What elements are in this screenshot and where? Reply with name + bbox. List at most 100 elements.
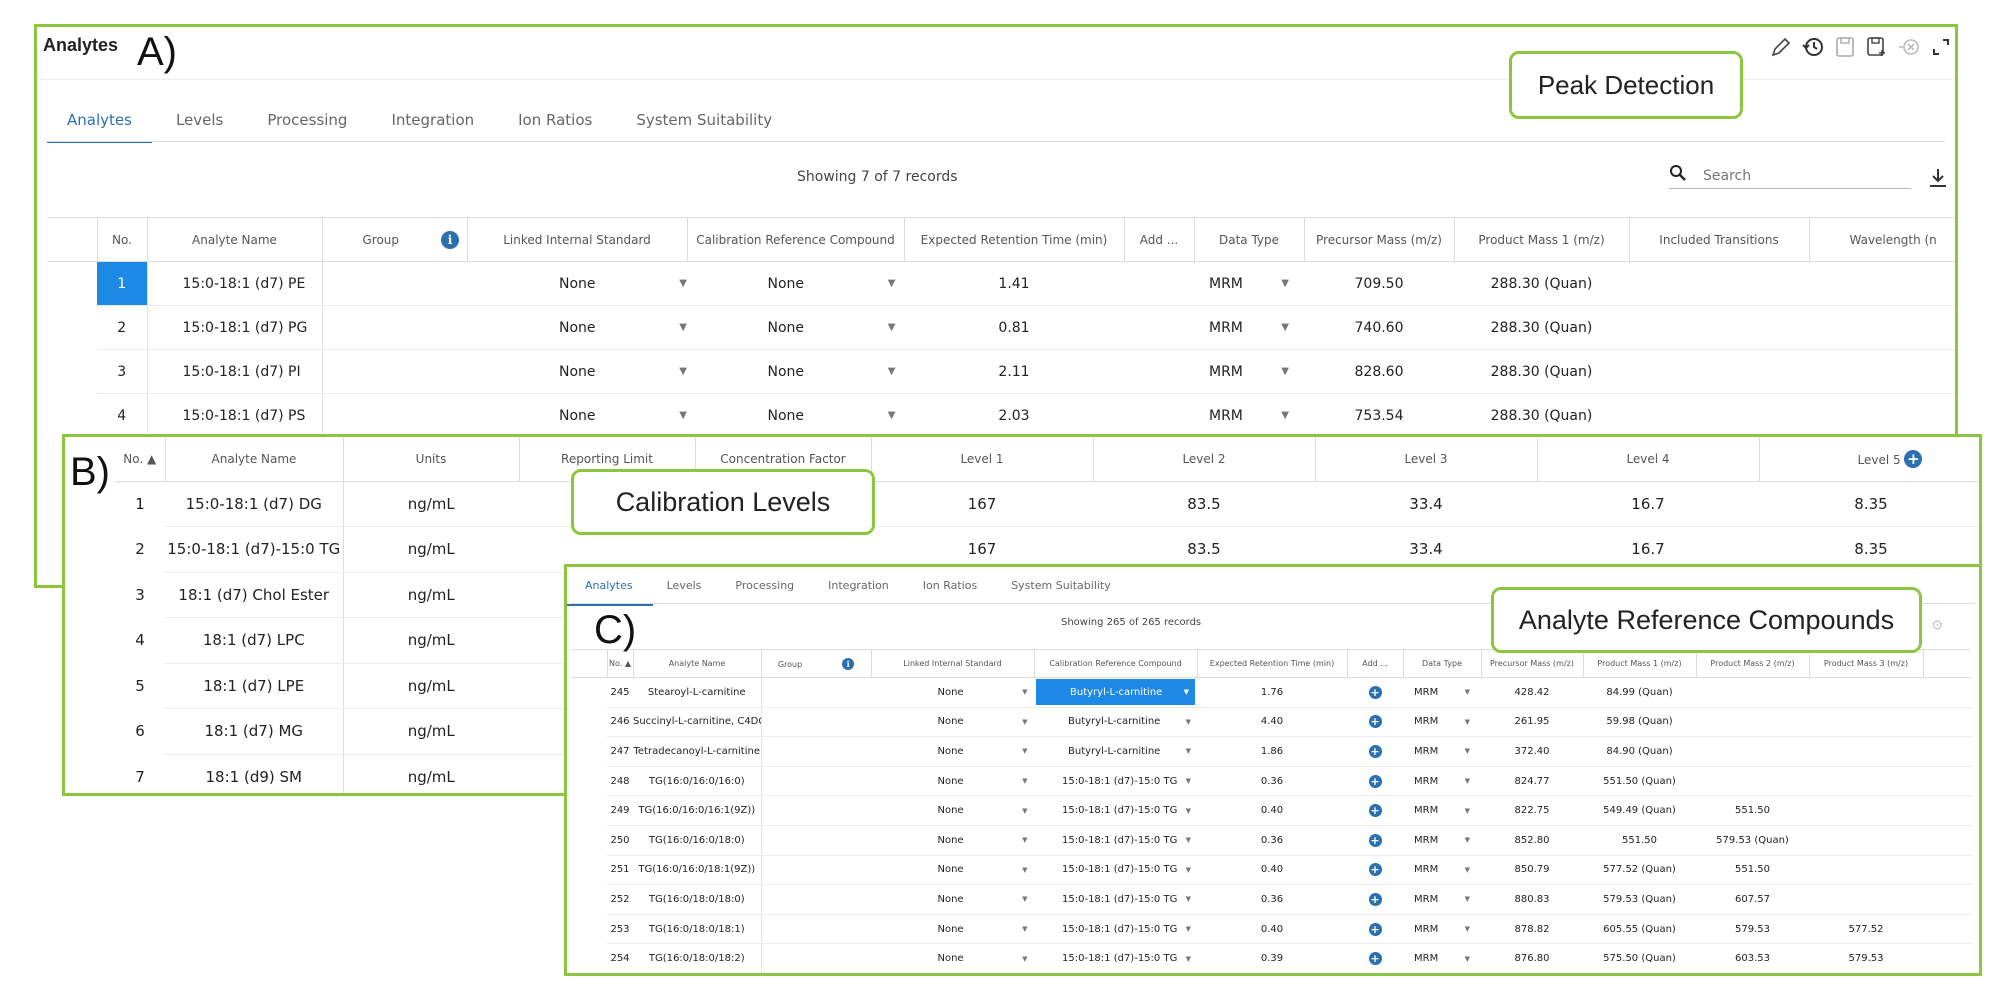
- search-box[interactable]: [1669, 163, 1911, 189]
- data-type-select[interactable]: MRM ▼: [1403, 795, 1481, 826]
- product-mass-1[interactable]: 288.30 (Quan): [1454, 349, 1629, 394]
- units[interactable]: ng/mL: [343, 708, 519, 755]
- data-type-select[interactable]: MRM ▼: [1194, 393, 1304, 438]
- row-number[interactable]: 4: [97, 393, 147, 438]
- level-2[interactable]: 83.5: [1093, 481, 1315, 527]
- product-mass-3[interactable]: 577.52: [1809, 914, 1923, 945]
- col-no[interactable]: No.: [96, 217, 147, 262]
- data-type-select[interactable]: MRM ▼: [1194, 305, 1304, 350]
- add-icon[interactable]: +: [1368, 863, 1382, 877]
- product-mass-2[interactable]: 551.50: [1696, 795, 1809, 826]
- history-icon[interactable]: [1799, 35, 1827, 63]
- crc-select[interactable]: 15:0-18:1 (d7)-15:0 TG ▼: [1034, 825, 1197, 856]
- expand-icon[interactable]: [1927, 35, 1955, 63]
- product-mass-2[interactable]: [1696, 736, 1809, 767]
- col-add[interactable]: Add ...: [1346, 649, 1403, 678]
- crc-select[interactable]: 15:0-18:1 (d7)-15:0 TG ▼: [1034, 766, 1197, 797]
- table-row[interactable]: 251 TG(16:0/16:0/18:1(9Z)) None ▼ 15:0-18…: [571, 855, 1971, 886]
- product-mass-2[interactable]: 603.53: [1696, 943, 1809, 973]
- crc-select[interactable]: 15:0-18:1 (d7)-15:0 TG ▼: [1034, 795, 1197, 826]
- row-number[interactable]: 4: [115, 618, 165, 664]
- row-number[interactable]: 248: [607, 766, 633, 797]
- linked-is-select[interactable]: None ▼: [871, 795, 1034, 826]
- col-expected-retention-time[interactable]: Expected Retention Time (min): [1196, 649, 1347, 678]
- linked-is-select[interactable]: None ▼: [871, 736, 1034, 767]
- table-row[interactable]: 245 Stearoyl-L-carnitine None ▼ Butyryl-L…: [571, 677, 1971, 708]
- col-add[interactable]: Add ...: [1123, 217, 1194, 262]
- precursor-mass[interactable]: 878.82: [1481, 914, 1583, 945]
- group-cell[interactable]: [321, 393, 467, 438]
- group-cell[interactable]: [760, 677, 871, 708]
- data-type-select[interactable]: MRM ▼: [1403, 884, 1481, 915]
- product-mass-3[interactable]: [1809, 884, 1923, 915]
- row-number[interactable]: 253: [607, 914, 633, 945]
- linked-is-select[interactable]: None ▼: [871, 943, 1034, 973]
- tab-ion-ratios[interactable]: Ion Ratios: [923, 579, 977, 592]
- crc-select[interactable]: None ▼: [687, 261, 904, 306]
- crc-select[interactable]: None ▼: [687, 393, 904, 438]
- product-mass-1[interactable]: 549.49 (Quan): [1583, 795, 1696, 826]
- product-mass-1[interactable]: 579.53 (Quan): [1583, 884, 1696, 915]
- product-mass-2[interactable]: 579.53 (Quan): [1696, 825, 1809, 856]
- col-no[interactable]: No. ▲: [606, 649, 633, 678]
- crc-select[interactable]: 15:0-18:1 (d7)-15:0 TG ▼: [1034, 855, 1197, 886]
- settings-icon[interactable]: ⚙: [1931, 617, 1944, 634]
- tab-levels[interactable]: Levels: [176, 111, 223, 129]
- row-number[interactable]: 247: [607, 736, 633, 767]
- retention-time[interactable]: 0.40: [1197, 914, 1347, 945]
- add-icon[interactable]: +: [1368, 744, 1382, 758]
- linked-is-select[interactable]: None ▼: [467, 349, 687, 394]
- pencil-icon[interactable]: [1767, 35, 1795, 63]
- row-number[interactable]: 250: [607, 825, 633, 856]
- tab-analytes[interactable]: Analytes: [567, 579, 653, 606]
- tab-system-suitability[interactable]: System Suitability: [636, 111, 772, 129]
- linked-is-select[interactable]: None ▼: [871, 914, 1034, 945]
- add-icon[interactable]: +: [1368, 804, 1382, 818]
- product-mass-3[interactable]: [1809, 855, 1923, 886]
- table-row[interactable]: 249 TG(16:0/16:0/16:1(9Z)) None ▼ 15:0-18…: [571, 795, 1971, 826]
- tab-system-suitability[interactable]: System Suitability: [1011, 579, 1111, 592]
- data-type-select[interactable]: MRM ▼: [1194, 261, 1304, 306]
- precursor-mass[interactable]: 709.50: [1304, 261, 1454, 306]
- crc-select[interactable]: None ▼: [687, 305, 904, 350]
- data-type-select[interactable]: MRM ▼: [1403, 855, 1481, 886]
- crc-select[interactable]: 15:0-18:1 (d7)-15:0 TG ▼: [1034, 943, 1197, 973]
- row-number-selected[interactable]: 1: [97, 261, 147, 306]
- retention-time[interactable]: 1.86: [1197, 736, 1347, 767]
- wavelength[interactable]: [1809, 349, 1955, 394]
- add-level-icon[interactable]: +: [1904, 449, 1923, 468]
- retention-time[interactable]: 0.81: [904, 305, 1124, 350]
- product-mass-1[interactable]: 551.50: [1583, 825, 1696, 856]
- group-cell[interactable]: [321, 261, 467, 306]
- precursor-mass[interactable]: 428.42: [1481, 677, 1583, 708]
- linked-is-select[interactable]: None ▼: [871, 677, 1034, 708]
- linked-is-select[interactable]: None ▼: [871, 884, 1034, 915]
- add-cell[interactable]: [1124, 349, 1194, 394]
- col-analyte-name[interactable]: Analyte Name: [164, 437, 343, 482]
- product-mass-1[interactable]: 84.90 (Quan): [1583, 736, 1696, 767]
- product-mass-1[interactable]: 551.50 (Quan): [1583, 766, 1696, 797]
- product-mass-1[interactable]: 288.30 (Quan): [1454, 261, 1629, 306]
- col-expected-retention-time[interactable]: Expected Retention Time (min): [903, 217, 1124, 262]
- linked-is-select[interactable]: None ▼: [871, 766, 1034, 797]
- precursor-mass[interactable]: 852.80: [1481, 825, 1583, 856]
- col-precursor-mass[interactable]: Precursor Mass (m/z): [1303, 217, 1454, 262]
- crc-select[interactable]: Butyryl-L-carnitine ▼: [1034, 707, 1197, 738]
- row-number[interactable]: 6: [115, 709, 165, 755]
- col-calibration-reference-compound[interactable]: Calibration Reference Compound: [1033, 649, 1197, 678]
- table-row[interactable]: 247 Tetradecanoyl-L-carnitine None ▼ Buty…: [571, 736, 1971, 767]
- precursor-mass[interactable]: 876.80: [1481, 943, 1583, 973]
- add-cell[interactable]: +: [1347, 914, 1403, 945]
- product-mass-3[interactable]: [1809, 825, 1923, 856]
- retention-time[interactable]: 0.40: [1197, 855, 1347, 886]
- add-icon[interactable]: +: [1368, 922, 1382, 936]
- group-cell[interactable]: [321, 305, 467, 350]
- table-row[interactable]: 1 15:0-18:1 (d7) DG ng/mL 167 83.5 33.4 …: [115, 481, 1979, 527]
- retention-time[interactable]: 0.36: [1197, 766, 1347, 797]
- product-mass-1[interactable]: 59.98 (Quan): [1583, 707, 1696, 738]
- row-number[interactable]: 249: [607, 795, 633, 826]
- add-cell[interactable]: +: [1347, 766, 1403, 797]
- product-mass-1[interactable]: 577.52 (Quan): [1583, 855, 1696, 886]
- level-3[interactable]: 33.4: [1315, 481, 1537, 527]
- col-no[interactable]: No. ▲: [115, 437, 165, 482]
